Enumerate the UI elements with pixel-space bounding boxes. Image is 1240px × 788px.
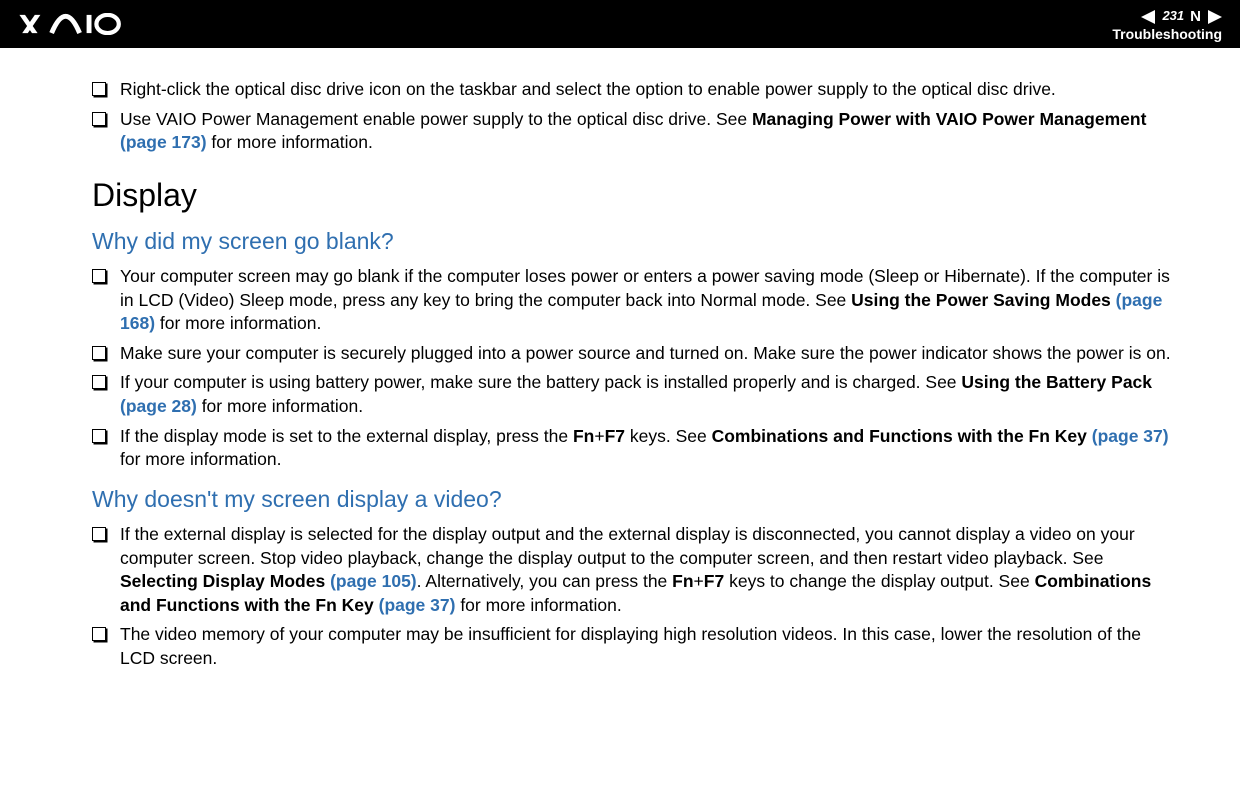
list-item: Right-click the optical disc drive icon … bbox=[92, 78, 1180, 102]
page-link[interactable]: (page 173) bbox=[120, 132, 207, 152]
page-link[interactable]: (page 105) bbox=[325, 571, 416, 591]
section-name: Troubleshooting bbox=[1112, 26, 1222, 42]
answer-bullet-list: Your computer screen may go blank if the… bbox=[92, 265, 1180, 472]
nav-next-icon[interactable] bbox=[1208, 10, 1222, 24]
bullet-text: Your computer screen may go blank if the… bbox=[120, 265, 1180, 336]
header-meta: 231 N Troubleshooting bbox=[1112, 8, 1222, 41]
page-link[interactable]: (page 28) bbox=[120, 396, 197, 416]
question-heading: Why did my screen go blank? bbox=[92, 228, 1180, 255]
bullet-marker-icon bbox=[92, 429, 106, 443]
bullet-text: Use VAIO Power Management enable power s… bbox=[120, 108, 1180, 155]
n-indicator: N bbox=[1190, 8, 1201, 25]
question-heading: Why doesn't my screen display a video? bbox=[92, 486, 1180, 513]
bullet-text: The video memory of your computer may be… bbox=[120, 623, 1180, 670]
page-link[interactable]: (page 37) bbox=[1087, 426, 1169, 446]
page-link[interactable]: (page 37) bbox=[374, 595, 456, 615]
list-item: The video memory of your computer may be… bbox=[92, 623, 1180, 670]
bullet-text: If the display mode is set to the extern… bbox=[120, 425, 1180, 472]
bullet-marker-icon bbox=[92, 527, 106, 541]
intro-bullet-list: Right-click the optical disc drive icon … bbox=[92, 78, 1180, 155]
bullet-marker-icon bbox=[92, 82, 106, 96]
list-item: Make sure your computer is securely plug… bbox=[92, 342, 1180, 366]
page-content: Right-click the optical disc drive icon … bbox=[0, 48, 1240, 671]
answer-bullet-list: If the external display is selected for … bbox=[92, 523, 1180, 671]
bullet-marker-icon bbox=[92, 627, 106, 641]
bullet-marker-icon bbox=[92, 112, 106, 126]
list-item: If the display mode is set to the extern… bbox=[92, 425, 1180, 472]
list-item: If the external display is selected for … bbox=[92, 523, 1180, 618]
list-item: Use VAIO Power Management enable power s… bbox=[92, 108, 1180, 155]
list-item: If your computer is using battery power,… bbox=[92, 371, 1180, 418]
page-header: 231 N Troubleshooting bbox=[0, 0, 1240, 48]
bullet-text: Right-click the optical disc drive icon … bbox=[120, 78, 1180, 102]
bullet-text: Make sure your computer is securely plug… bbox=[120, 342, 1180, 366]
bullet-marker-icon bbox=[92, 269, 106, 283]
bullet-text: If your computer is using battery power,… bbox=[120, 371, 1180, 418]
nav-prev-icon[interactable] bbox=[1141, 10, 1155, 24]
list-item: Your computer screen may go blank if the… bbox=[92, 265, 1180, 336]
bullet-marker-icon bbox=[92, 346, 106, 360]
page-number: 231 bbox=[1162, 9, 1184, 24]
bullet-text: If the external display is selected for … bbox=[120, 523, 1180, 618]
vaio-logo bbox=[18, 10, 158, 38]
bullet-marker-icon bbox=[92, 375, 106, 389]
section-heading: Display bbox=[92, 177, 1180, 214]
